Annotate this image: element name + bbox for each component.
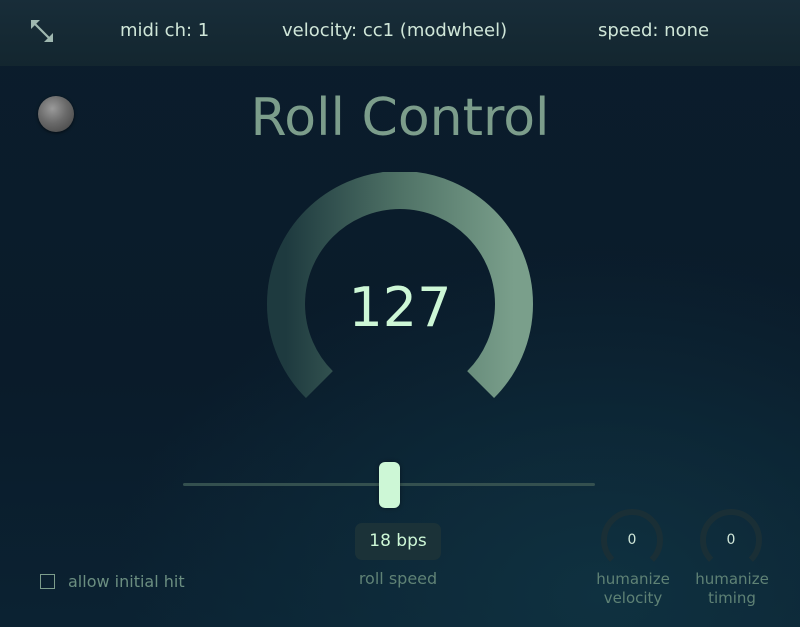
expand-arrows-icon[interactable]: [29, 18, 55, 44]
speed-source-selector[interactable]: speed: none: [598, 20, 709, 42]
humanize-timing-value: 0: [726, 532, 736, 548]
roll-speed-slider-thumb[interactable]: [378, 462, 400, 508]
allow-initial-hit-checkbox[interactable]: allow initial hit: [40, 571, 185, 591]
page-title: Roll Control: [250, 88, 550, 148]
midi-channel-selector[interactable]: midi ch: 1: [120, 20, 209, 42]
checkbox-box[interactable]: [40, 573, 55, 589]
humanize-velocity-value: 0: [627, 532, 637, 548]
humanize-timing-label: humanize timing: [677, 570, 787, 608]
allow-initial-hit-label: allow initial hit: [68, 571, 185, 591]
label-line: humanize: [695, 570, 769, 588]
roll-control-value: 127: [348, 276, 452, 339]
roll-speed-label: roll speed: [358, 569, 438, 588]
label-line: velocity: [603, 589, 663, 607]
label-line: humanize: [596, 570, 670, 588]
label-line: timing: [708, 589, 756, 607]
header-bar: midi ch: 1 velocity: cc1 (modwheel) spee…: [0, 0, 800, 66]
roll-speed-value[interactable]: 18 bps: [355, 523, 441, 560]
humanize-velocity-label: humanize velocity: [578, 570, 688, 608]
plugin-window: midi ch: 1 velocity: cc1 (modwheel) spee…: [0, 0, 800, 627]
velocity-source-selector[interactable]: velocity: cc1 (modwheel): [282, 20, 507, 42]
